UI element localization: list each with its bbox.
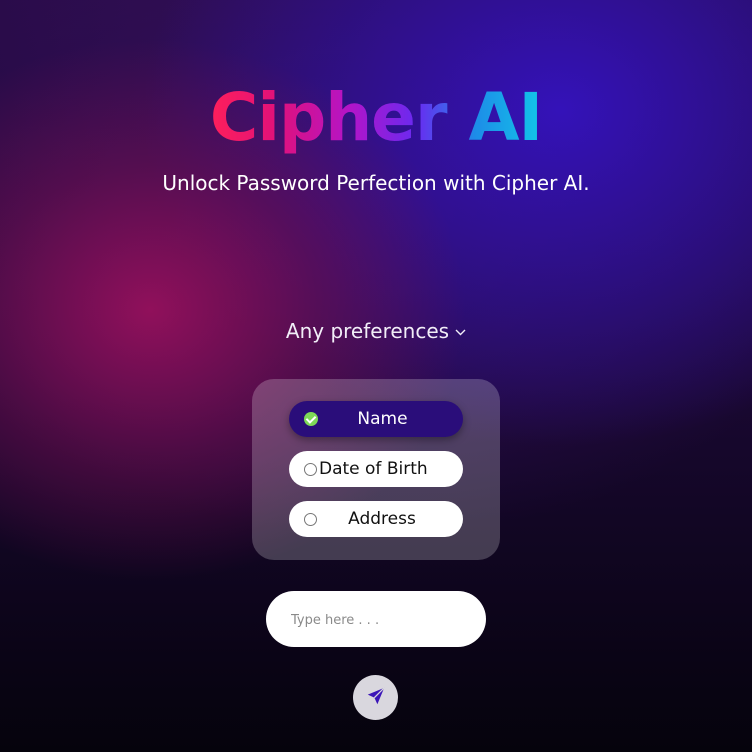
preferences-dropdown-toggle[interactable]: Any preferences <box>0 316 752 348</box>
chevron-down-icon <box>455 317 466 347</box>
radio-icon <box>304 512 317 526</box>
preference-option-address[interactable]: Address <box>289 501 463 537</box>
preferences-toggle-label: Any preferences <box>285 319 450 343</box>
send-icon <box>365 685 387 711</box>
preference-option-label: Name <box>357 409 408 429</box>
checkmark-icon <box>304 412 318 426</box>
message-input[interactable] <box>289 591 473 649</box>
preference-option-label: Date of Birth <box>319 459 428 479</box>
preference-option-label: Address <box>348 509 416 529</box>
preferences-panel: Name Date of Birth Address <box>252 379 500 560</box>
message-input-container <box>266 591 486 649</box>
app-title-text: Cipher AI <box>209 79 543 156</box>
radio-icon <box>304 462 317 476</box>
preference-option-date-of-birth[interactable]: Date of Birth <box>289 451 463 487</box>
app-title: Cipher AI <box>0 76 752 160</box>
send-button[interactable] <box>353 675 398 720</box>
preference-option-name[interactable]: Name <box>289 401 463 437</box>
app-subtitle: Unlock Password Perfection with Cipher A… <box>162 171 590 195</box>
